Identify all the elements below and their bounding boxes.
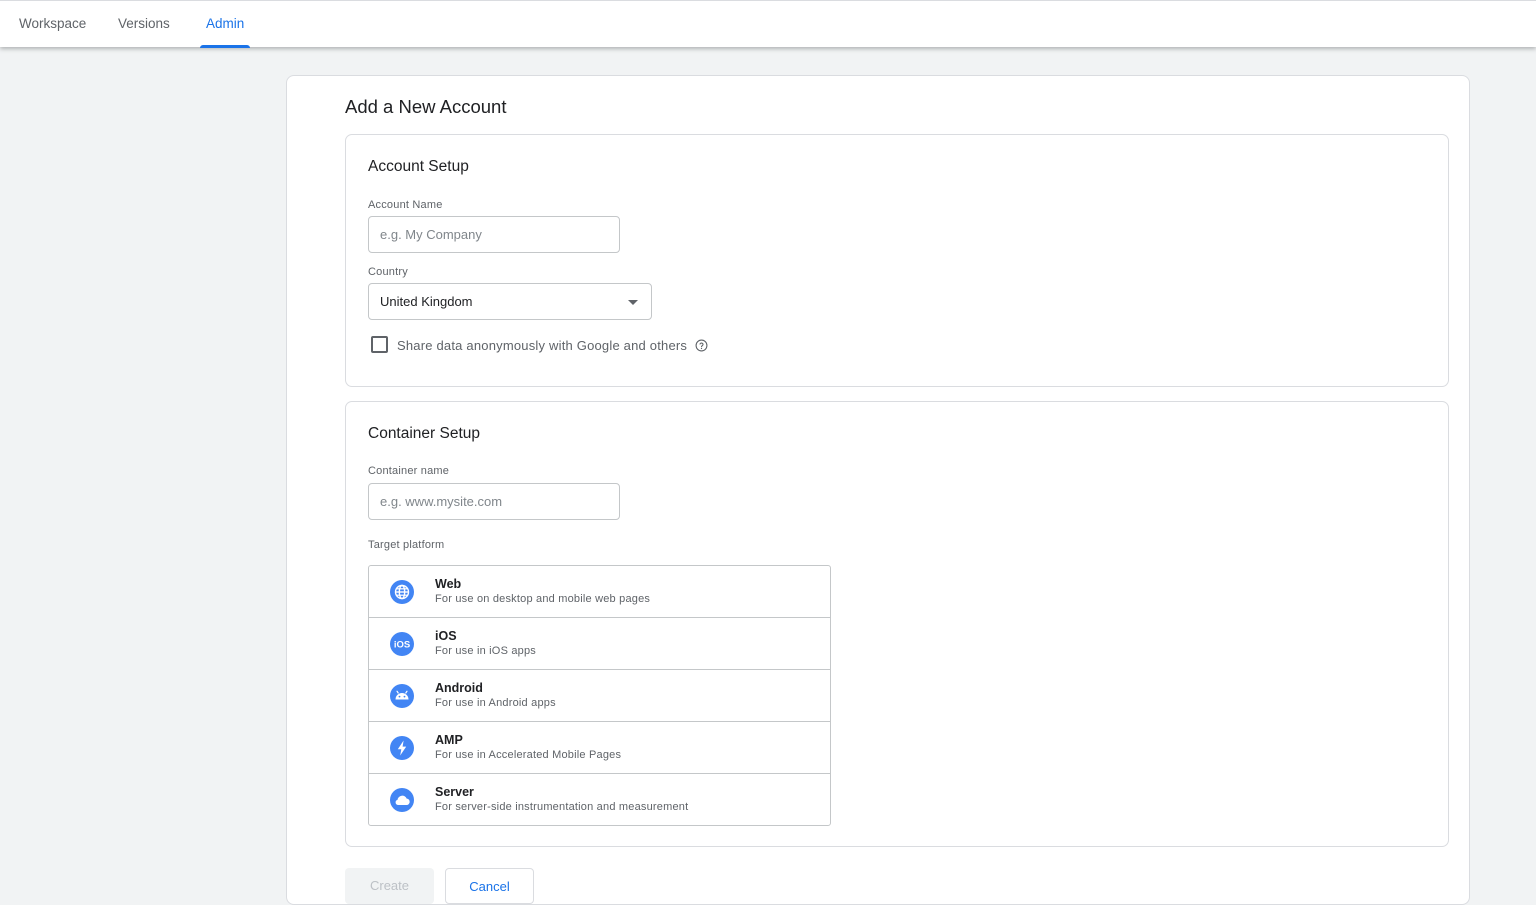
- svg-text:iOS: iOS: [394, 640, 410, 651]
- platform-option-amp[interactable]: AMP For use in Accelerated Mobile Pages: [369, 721, 830, 773]
- android-icon: [390, 684, 414, 708]
- help-icon[interactable]: [695, 339, 708, 352]
- platform-description: For use in Accelerated Mobile Pages: [435, 749, 622, 761]
- platform-description: For use on desktop and mobile web pages: [435, 593, 651, 605]
- platform-name: Android: [435, 681, 483, 695]
- tab-versions[interactable]: Versions: [112, 1, 176, 47]
- tab-admin[interactable]: Admin: [200, 1, 251, 48]
- share-data-checkbox[interactable]: [371, 336, 388, 353]
- platform-description: For use in Android apps: [435, 697, 556, 709]
- platform-option-web[interactable]: Web For use on desktop and mobile web pa…: [369, 566, 830, 617]
- country-select[interactable]: United Kingdom: [368, 283, 652, 320]
- target-platform-list: Web For use on desktop and mobile web pa…: [368, 565, 831, 826]
- country-label: Country: [368, 266, 408, 278]
- container-name-label: Container name: [368, 465, 450, 477]
- cancel-button[interactable]: Cancel: [445, 868, 534, 904]
- container-setup-title: Container Setup: [368, 425, 481, 442]
- platform-option-android[interactable]: Android For use in Android apps: [369, 669, 830, 721]
- account-setup-card: Account Setup Account Name Country Unite…: [345, 134, 1449, 387]
- top-nav-bar: Workspace Versions Admin: [0, 0, 1536, 48]
- amp-bolt-icon: [390, 736, 414, 760]
- container-setup-card: Container Setup Container name Target pl…: [345, 401, 1449, 847]
- create-button[interactable]: Create: [345, 868, 434, 904]
- platform-description: For use in iOS apps: [435, 645, 537, 657]
- country-select-value: United Kingdom: [380, 294, 473, 309]
- ios-icon: iOS: [390, 632, 414, 656]
- cloud-icon: [390, 788, 414, 812]
- platform-description: For server-side instrumentation and meas…: [435, 801, 689, 813]
- container-name-input[interactable]: [368, 483, 620, 520]
- account-name-input[interactable]: [368, 216, 620, 253]
- account-setup-title: Account Setup: [368, 158, 469, 175]
- page-title: Add a New Account: [345, 96, 507, 117]
- share-data-label: Share data anonymously with Google and o…: [397, 338, 688, 353]
- platform-option-ios[interactable]: iOS iOS For use in iOS apps: [369, 617, 830, 669]
- add-account-panel: Add a New Account Account Setup Account …: [286, 75, 1470, 905]
- globe-icon: [390, 580, 414, 604]
- platform-option-server[interactable]: Server For server-side instrumentation a…: [369, 773, 830, 825]
- target-platform-label: Target platform: [368, 539, 445, 551]
- platform-name: Web: [435, 577, 462, 591]
- tab-workspace[interactable]: Workspace: [13, 1, 92, 47]
- platform-name: Server: [435, 785, 474, 799]
- platform-name: AMP: [435, 733, 463, 747]
- dropdown-arrow-icon: [628, 300, 638, 305]
- platform-name: iOS: [435, 629, 457, 643]
- account-name-label: Account Name: [368, 199, 443, 211]
